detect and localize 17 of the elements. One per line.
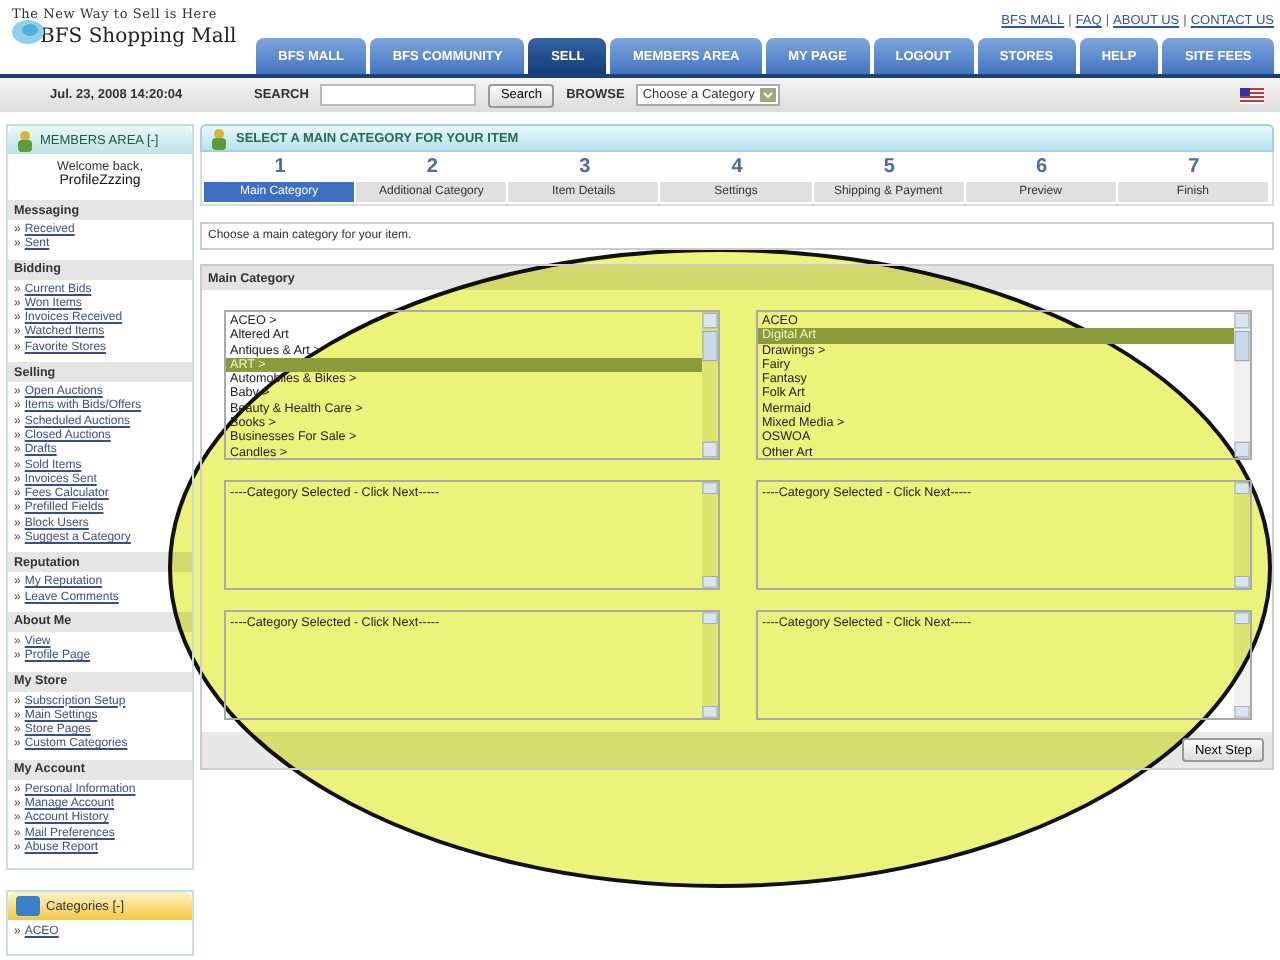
scrollbar[interactable]	[702, 482, 718, 588]
scrollbar[interactable]	[1234, 482, 1250, 588]
logo-text[interactable]: BFS Shopping Mall	[40, 26, 256, 48]
scrollbar[interactable]	[1234, 612, 1250, 718]
scrollbar[interactable]	[702, 612, 718, 718]
step-number: 1	[272, 154, 288, 182]
step-number: 5	[881, 154, 897, 182]
step-number: 2	[424, 154, 440, 182]
step-number: 6	[1033, 154, 1050, 182]
logo-swirl-icon	[12, 18, 44, 46]
dropdown-arrow-icon[interactable]	[760, 88, 777, 102]
step-number: 3	[577, 154, 593, 182]
search-field[interactable]	[320, 84, 477, 106]
flag-icon[interactable]	[1240, 87, 1264, 103]
step-number: 7	[1186, 154, 1202, 182]
step-number: 4	[729, 154, 745, 182]
scrollbar[interactable]	[1234, 312, 1250, 458]
